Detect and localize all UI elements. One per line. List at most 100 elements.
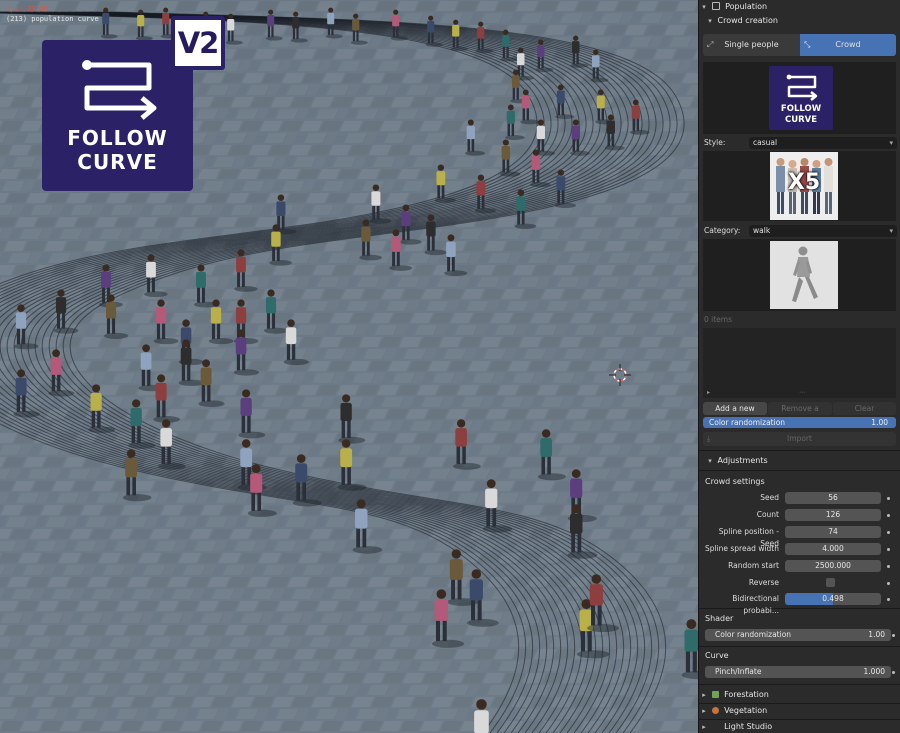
field-label: Spline position - Seed — [718, 527, 779, 548]
population-header[interactable]: ▾ Population — [699, 0, 900, 14]
style-thumbnail[interactable]: X5 — [770, 152, 838, 220]
keyframe-dot-icon[interactable] — [887, 565, 890, 568]
keyframe-dot-icon[interactable] — [887, 582, 890, 585]
crowd-creation-title: Crowd creation — [717, 16, 778, 25]
forestation-header[interactable]: ▸ Forestation — [699, 688, 900, 702]
style-value: casual — [753, 138, 778, 147]
shader-color-value: 1.00 — [868, 630, 885, 639]
vegetation-icon — [711, 707, 719, 714]
divider — [699, 470, 900, 471]
field-label: Random start — [728, 561, 779, 570]
field-value: 2500.000 — [815, 561, 851, 570]
light-studio-title: Light Studio — [724, 722, 773, 731]
field-input[interactable]: 2500.000 — [785, 560, 881, 572]
field-input[interactable]: 4.000 — [785, 543, 881, 555]
field-input[interactable]: 126 — [785, 509, 881, 521]
population-icon — [711, 2, 720, 10]
keyframe-dot-icon[interactable] — [892, 671, 895, 674]
reverse-checkbox[interactable] — [826, 578, 835, 587]
preview-logo-box: FOLLOW CURVE — [703, 62, 896, 134]
color-randomization-label: Color randomization — [709, 418, 786, 427]
crowd-creation-header[interactable]: ▾ Crowd creation — [699, 14, 900, 28]
items-list[interactable]: ▸ ⋯ — [703, 328, 896, 398]
keyframe-dot-icon[interactable] — [887, 497, 890, 500]
forestation-title: Forestation — [724, 690, 769, 699]
field-value: 126 — [825, 510, 841, 519]
chevron-right-icon: ▸ — [702, 691, 706, 699]
field-label: Bidirectional probabi... — [732, 594, 779, 615]
adjustments-title: Adjustments — [717, 456, 768, 465]
chevron-down-icon: ▾ — [702, 3, 706, 11]
light-studio-header[interactable]: ▸ Light Studio — [699, 720, 900, 733]
field-label: Spline spread width — [704, 544, 779, 553]
version-badge-text: V2 — [175, 20, 221, 66]
thumb-logo-line-1: FOLLOW — [780, 104, 822, 114]
population-title: Population — [725, 2, 768, 11]
style-dropdown[interactable]: casual ▾ — [749, 137, 897, 149]
style-label: Style: — [704, 138, 726, 147]
field-input[interactable]: 0.498 — [785, 593, 881, 605]
chevron-down-icon: ▾ — [708, 457, 712, 465]
import-button[interactable]: ⤓ Import — [703, 432, 896, 446]
logo-line-2: CURVE — [77, 150, 158, 174]
properties-panel: ▾ Population ▾ Crowd creation ⤢ Single p… — [698, 0, 900, 733]
category-preview-box — [703, 239, 896, 311]
category-value: walk — [753, 226, 771, 235]
style-preview-box: X5 — [703, 151, 896, 221]
chevron-down-icon: ▾ — [708, 17, 712, 25]
curve-heading: Curve — [705, 651, 729, 660]
light-studio-icon — [712, 723, 719, 730]
shader-color-randomization-field[interactable]: Color randomization 1.00 — [705, 629, 891, 641]
version-badge: V2 — [171, 16, 225, 70]
shader-color-label: Color randomization — [715, 630, 792, 639]
tab-single-people-label: Single people — [724, 40, 779, 49]
color-randomization-slider[interactable]: Color randomization 1.00 — [703, 417, 896, 428]
keyframe-dot-icon[interactable] — [887, 514, 890, 517]
pinch-inflate-field[interactable]: Pinch/Inflate 1.000 — [705, 666, 891, 678]
pinch-inflate-label: Pinch/Inflate — [715, 667, 762, 676]
tab-single-people[interactable]: ⤢ Single people — [703, 34, 800, 56]
category-dropdown[interactable]: walk ▾ — [749, 225, 897, 237]
3d-viewport[interactable]: fps: 23.80 (213) population curve FOLLOW… — [0, 0, 698, 733]
field-label: Count — [756, 510, 779, 519]
clear-button[interactable]: Clear — [833, 402, 896, 415]
divider — [699, 646, 900, 647]
add-person-button[interactable]: Add a new person — [703, 402, 767, 426]
divider — [699, 608, 900, 609]
import-icon: ⤓ — [707, 434, 711, 443]
chevron-down-icon: ▾ — [889, 139, 893, 147]
keyframe-dot-icon[interactable] — [887, 531, 890, 534]
single-people-icon: ⤢ — [707, 40, 714, 49]
fps-readout: fps: 23.80 — [6, 5, 49, 13]
follow-curve-thumbnail[interactable]: FOLLOW CURVE — [769, 66, 833, 130]
crowd-settings-heading: Crowd settings — [705, 477, 765, 486]
field-label: Seed — [760, 493, 779, 502]
field-value: 4.000 — [822, 544, 844, 553]
list-resize-grip-icon[interactable]: ⋯ — [799, 389, 805, 396]
remove-person-button[interactable]: Remove a person — [768, 402, 832, 426]
list-expand-icon[interactable]: ▸ — [707, 389, 710, 396]
field-value: 0.498 — [822, 594, 844, 603]
vegetation-title: Vegetation — [724, 706, 768, 715]
keyframe-dot-icon[interactable] — [887, 598, 890, 601]
chevron-down-icon: ▾ — [889, 227, 893, 235]
walk-thumbnail[interactable] — [770, 241, 838, 309]
crowd-icon: ⤡ — [804, 40, 811, 49]
field-label: Reverse — [748, 578, 779, 587]
keyframe-dot-icon[interactable] — [887, 548, 890, 551]
chevron-right-icon: ▸ — [702, 723, 706, 731]
field-input[interactable]: 56 — [785, 492, 881, 504]
items-count: 0 items — [704, 315, 733, 324]
vegetation-header[interactable]: ▸ Vegetation — [699, 704, 900, 718]
adjustments-header[interactable]: ▾ Adjustments — [699, 454, 900, 468]
keyframe-dot-icon[interactable] — [892, 634, 895, 637]
logo-line-1: FOLLOW — [67, 126, 168, 150]
category-label: Category: — [704, 226, 741, 235]
import-label: Import — [787, 434, 812, 443]
tab-crowd-label: Crowd — [835, 40, 861, 49]
divider — [699, 684, 900, 685]
tab-crowd[interactable]: ⤡ Crowd — [800, 34, 896, 56]
active-object-label: (213) population curve — [6, 15, 99, 23]
field-input[interactable]: 74 — [785, 526, 881, 538]
walking-person-icon — [792, 246, 818, 302]
